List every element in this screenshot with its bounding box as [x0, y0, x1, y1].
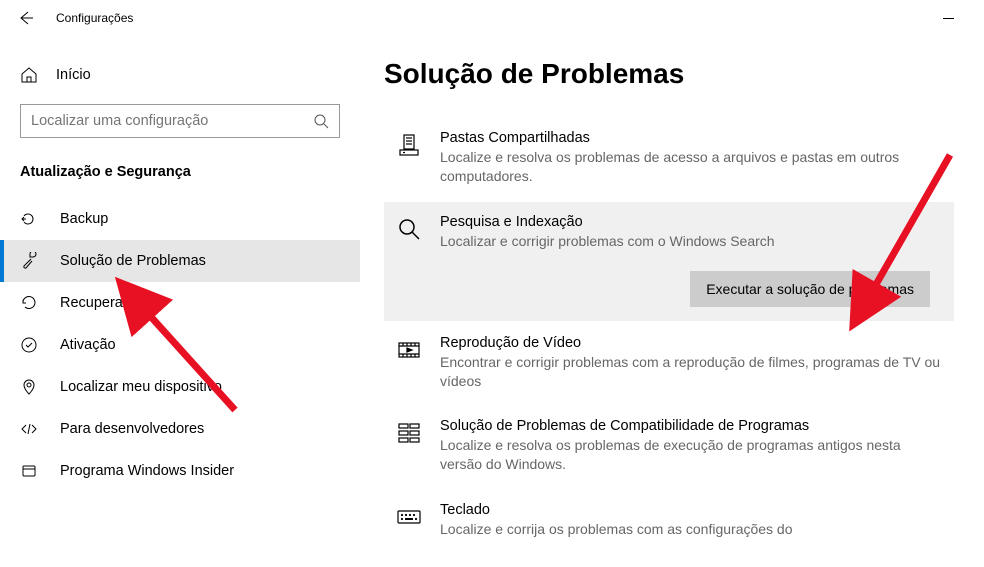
troubleshooter-search-indexing[interactable]: Pesquisa e Indexação Localizar e corrigi…: [384, 202, 954, 321]
sidebar-item-label: Para desenvolvedores: [60, 421, 204, 437]
sidebar-item-developers[interactable]: Para desenvolvedores: [0, 408, 360, 450]
find-device-icon: [20, 378, 38, 396]
troubleshooter-keyboard[interactable]: Teclado Localize e corrija os problemas …: [384, 490, 954, 553]
sidebar-item-troubleshoot[interactable]: Solução de Problemas: [0, 240, 360, 282]
developers-icon: [20, 420, 38, 438]
category-header: Atualização e Segurança: [0, 156, 360, 198]
search-input[interactable]: [31, 113, 313, 129]
sidebar-item-find-device[interactable]: Localizar meu dispositivo: [0, 366, 360, 408]
troubleshooter-title: Pastas Compartilhadas: [440, 130, 942, 146]
activation-icon: [20, 336, 38, 354]
troubleshooter-program-compat[interactable]: Solução de Problemas de Compatibilidade …: [384, 406, 954, 488]
home-icon: [20, 66, 38, 84]
minimize-icon: [943, 13, 954, 24]
troubleshooter-title: Solução de Problemas de Compatibilidade …: [440, 418, 942, 434]
search-indexing-icon: [396, 216, 422, 242]
troubleshooter-title: Teclado: [440, 502, 942, 518]
backup-icon: [20, 210, 38, 228]
page-title: Solução de Problemas: [384, 58, 954, 90]
sidebar-item-label: Ativação: [60, 337, 116, 353]
main-panel: Solução de Problemas Pastas Compartilhad…: [360, 36, 984, 567]
keyboard-icon: [396, 504, 422, 530]
arrow-left-icon: [18, 10, 34, 26]
nav-list: Backup Solução de Problemas: [0, 198, 360, 492]
troubleshooter-desc: Localize e resolva os problemas de execu…: [440, 436, 942, 474]
sidebar-item-label: Backup: [60, 211, 108, 227]
program-compat-icon: [396, 420, 422, 446]
sidebar: Início Atualização e Segurança: [0, 36, 360, 567]
sidebar-item-label: Programa Windows Insider: [60, 463, 234, 479]
sidebar-item-label: Solução de Problemas: [60, 253, 206, 269]
sidebar-item-insider[interactable]: Programa Windows Insider: [0, 450, 360, 492]
sidebar-item-backup[interactable]: Backup: [0, 198, 360, 240]
search-icon: [313, 113, 329, 129]
troubleshooter-shared-folders[interactable]: Pastas Compartilhadas Localize e resolva…: [384, 118, 954, 200]
search-box[interactable]: [20, 104, 340, 138]
sidebar-item-label: Recuperação: [60, 295, 146, 311]
back-button[interactable]: [16, 8, 36, 28]
home-label: Início: [56, 67, 91, 83]
recovery-icon: [20, 294, 38, 312]
sidebar-item-label: Localizar meu dispositivo: [60, 379, 222, 395]
minimize-button[interactable]: [928, 3, 968, 33]
troubleshooter-title: Pesquisa e Indexação: [440, 214, 942, 230]
window-title: Configurações: [56, 11, 133, 25]
troubleshooter-desc: Localize e resolva os problemas de acess…: [440, 148, 942, 186]
troubleshooter-desc: Localize e corrija os problemas com as c…: [440, 520, 942, 539]
titlebar: Configurações: [0, 0, 984, 36]
video-playback-icon: [396, 337, 422, 363]
insider-icon: [20, 462, 38, 480]
troubleshooter-title: Reprodução de Vídeo: [440, 335, 942, 351]
run-troubleshooter-button[interactable]: Executar a solução de problemas: [690, 271, 930, 307]
shared-folders-icon: [396, 132, 422, 158]
troubleshooter-desc: Localizar e corrigir problemas com o Win…: [440, 232, 942, 251]
sidebar-item-activation[interactable]: Ativação: [0, 324, 360, 366]
home-nav-item[interactable]: Início: [0, 56, 360, 94]
troubleshooter-video-playback[interactable]: Reprodução de Vídeo Encontrar e corrigir…: [384, 323, 954, 405]
sidebar-item-recovery[interactable]: Recuperação: [0, 282, 360, 324]
wrench-icon: [20, 252, 38, 270]
troubleshooter-desc: Encontrar e corrigir problemas com a rep…: [440, 353, 942, 391]
